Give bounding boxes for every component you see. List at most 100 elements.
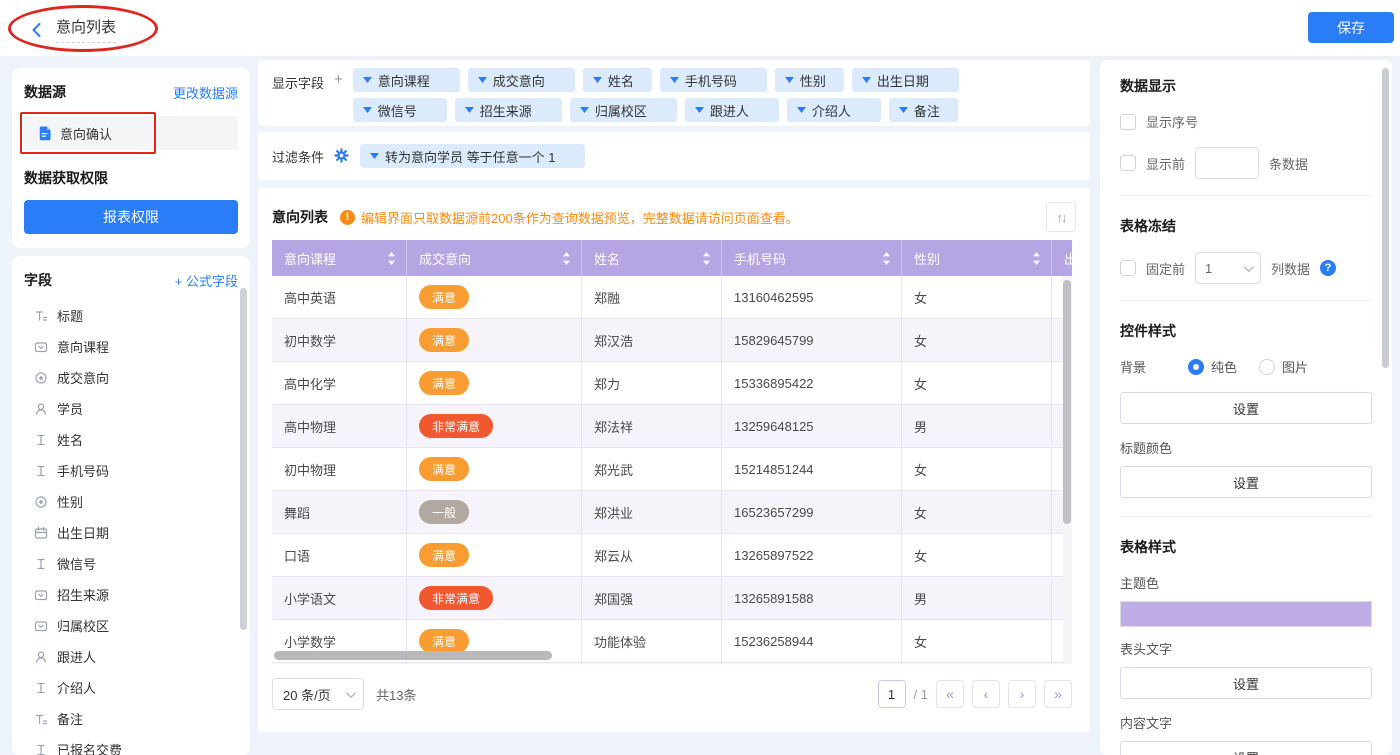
field-item-label: 招生来源 xyxy=(57,585,109,604)
field-item[interactable]: 微信号 xyxy=(24,548,238,579)
row-order-button[interactable]: ↑↓ xyxy=(1046,202,1076,232)
page-size-select[interactable]: 20 条/页 xyxy=(272,678,364,710)
table-row[interactable]: 高中物理非常满意郑法祥13259648125男1989-11 xyxy=(272,405,1072,448)
table-row[interactable]: 高中化学满意郑力15336895422女1981-06 xyxy=(272,362,1072,405)
display-field-chip[interactable]: 跟进人 xyxy=(685,98,779,122)
table-row[interactable]: 舞蹈一般郑洪业16523657299女1993-08 xyxy=(272,491,1072,534)
column-header[interactable]: 意向课程 xyxy=(272,240,407,276)
content-text-set-button[interactable]: 设置 xyxy=(1120,741,1372,755)
field-item[interactable]: 介绍人 xyxy=(24,672,238,703)
display-field-chip[interactable]: 手机号码 xyxy=(660,68,767,92)
column-sort-icon[interactable] xyxy=(562,251,571,266)
field-item[interactable]: 成交意向 xyxy=(24,362,238,393)
field-item[interactable]: 招生来源 xyxy=(24,579,238,610)
add-display-field-button[interactable]: + xyxy=(334,68,343,118)
page-number-input[interactable] xyxy=(878,680,906,708)
table-row[interactable]: 小学语文非常满意郑国强13265891588男1989-11 xyxy=(272,577,1072,620)
field-item[interactable]: 性别 xyxy=(24,486,238,517)
settings-scrollbar[interactable] xyxy=(1382,68,1389,368)
fields-scrollbar[interactable] xyxy=(240,288,247,630)
field-item[interactable]: 备注 xyxy=(24,703,238,734)
display-field-chip[interactable]: 备注 xyxy=(889,98,958,122)
table-row[interactable]: 一般 xyxy=(272,663,1072,664)
bg-solid-option[interactable]: 纯色 xyxy=(1188,357,1237,376)
column-sort-icon[interactable] xyxy=(882,251,891,266)
field-item[interactable]: 姓名 xyxy=(24,424,238,455)
display-field-chip[interactable]: 介绍人 xyxy=(787,98,881,122)
radio-selected-icon xyxy=(1188,359,1204,375)
table-vertical-scrollbar[interactable] xyxy=(1063,280,1071,524)
next-page-icon[interactable]: › xyxy=(1008,680,1036,708)
display-field-chip[interactable]: 归属校区 xyxy=(570,98,677,122)
table-cell: 15829645799 xyxy=(722,319,902,361)
show-first-checkbox[interactable] xyxy=(1120,155,1136,171)
field-item[interactable]: 标题 xyxy=(24,300,238,331)
add-formula-field-link[interactable]: + 公式字段 xyxy=(175,271,238,290)
table-cell xyxy=(272,663,407,664)
column-sort-icon[interactable] xyxy=(387,251,396,266)
report-permission-button[interactable]: 报表权限 xyxy=(24,200,238,234)
background-set-button[interactable]: 设置 xyxy=(1120,392,1372,424)
table-row[interactable]: 初中数学满意郑汉浩15829645799女1981-06 xyxy=(272,319,1072,362)
field-item[interactable]: 跟进人 xyxy=(24,641,238,672)
show-first-count-input[interactable] xyxy=(1195,147,1259,179)
column-header[interactable]: 手机号码 xyxy=(722,240,902,276)
filter-condition-chip[interactable]: 转为意向学员 等于任意一个 1 xyxy=(360,144,585,168)
freeze-checkbox[interactable] xyxy=(1120,260,1136,276)
display-field-chip[interactable]: 姓名 xyxy=(583,68,652,92)
help-icon[interactable]: ? xyxy=(1320,260,1336,276)
display-field-chip[interactable]: 招生来源 xyxy=(455,98,562,122)
title-color-set-button[interactable]: 设置 xyxy=(1120,466,1372,498)
display-field-chip[interactable]: 出生日期 xyxy=(852,68,959,92)
datasource-item[interactable]: 意向确认 xyxy=(24,116,238,150)
bg-image-option[interactable]: 图片 xyxy=(1259,357,1308,376)
column-header[interactable]: 出生日期 xyxy=(1052,240,1072,276)
table-cell: 15236258944 xyxy=(722,620,902,662)
column-header[interactable]: 性别 xyxy=(902,240,1052,276)
theme-color-swatch[interactable] xyxy=(1120,601,1372,627)
table-row[interactable]: 初中物理满意郑光武15214851244女1995-01 xyxy=(272,448,1072,491)
field-item[interactable]: 已报名交费 xyxy=(24,734,238,755)
change-datasource-link[interactable]: 更改数据源 xyxy=(173,83,238,102)
intent-badge: 一般 xyxy=(419,500,469,524)
table-row[interactable]: 高中英语满意郑融13160462595女1995-01 xyxy=(272,276,1072,319)
column-header[interactable]: 姓名 xyxy=(582,240,722,276)
content-text-label: 内容文字 xyxy=(1120,713,1372,732)
theme-color-label: 主题色 xyxy=(1120,573,1372,592)
fields-panel: 字段 + 公式字段 标题意向课程成交意向学员姓名手机号码性别出生日期微信号招生来… xyxy=(12,256,250,755)
save-button[interactable]: 保存 xyxy=(1308,12,1394,43)
back-icon[interactable] xyxy=(30,22,44,38)
prev-page-icon[interactable]: ‹ xyxy=(972,680,1000,708)
display-field-chip[interactable]: 微信号 xyxy=(353,98,447,122)
field-item[interactable]: 出生日期 xyxy=(24,517,238,548)
field-item-label: 意向课程 xyxy=(57,337,109,356)
select-icon xyxy=(34,619,48,633)
table-cell: 女 xyxy=(902,319,1052,361)
gear-icon[interactable] xyxy=(334,148,350,164)
chip-label: 备注 xyxy=(914,101,940,120)
display-field-chip[interactable]: 意向课程 xyxy=(353,68,460,92)
table-cell: 16523657299 xyxy=(722,491,902,533)
last-page-icon[interactable]: » xyxy=(1044,680,1072,708)
field-item[interactable]: 归属校区 xyxy=(24,610,238,641)
column-sort-icon[interactable] xyxy=(702,251,711,266)
table-cell: 郑汉浩 xyxy=(582,319,722,361)
display-field-chip[interactable]: 性别 xyxy=(775,68,844,92)
total-count: 共13条 xyxy=(376,685,416,704)
first-page-icon[interactable]: « xyxy=(936,680,964,708)
display-field-chip[interactable]: 成交意向 xyxy=(468,68,575,92)
table-horizontal-scrollbar[interactable] xyxy=(274,651,552,660)
field-item[interactable]: 学员 xyxy=(24,393,238,424)
field-item[interactable]: 手机号码 xyxy=(24,455,238,486)
table-row[interactable]: 口语满意郑云从13265897522女1981-06 xyxy=(272,534,1072,577)
datasource-heading: 数据源 xyxy=(24,82,66,102)
table-cell: 满意 xyxy=(407,448,582,490)
table-cell: 13265897522 xyxy=(722,534,902,576)
field-item[interactable]: 意向课程 xyxy=(24,331,238,362)
field-item-label: 标题 xyxy=(57,306,83,325)
show-index-checkbox[interactable] xyxy=(1120,114,1136,130)
freeze-count-select[interactable]: 1 xyxy=(1195,252,1261,284)
header-text-set-button[interactable]: 设置 xyxy=(1120,667,1372,699)
column-header[interactable]: 成交意向 xyxy=(407,240,582,276)
column-sort-icon[interactable] xyxy=(1032,251,1041,266)
